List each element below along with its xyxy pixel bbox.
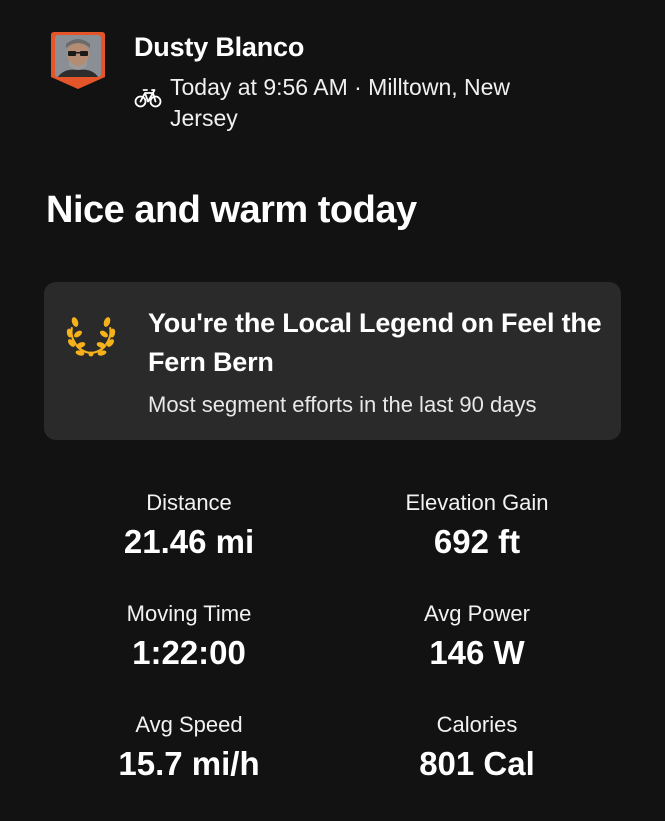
activity-meta: Today at 9:56 AM · Milltown, New Jersey xyxy=(134,72,574,134)
stat-distance: Distance 21.46 mi xyxy=(45,488,333,599)
activity-time-location: Today at 9:56 AM · Milltown, New Jersey xyxy=(170,74,511,131)
legend-title: You're the Local Legend on Feel the Fern… xyxy=(148,308,602,377)
stat-value: 21.46 mi xyxy=(123,523,255,560)
activity-stats: Distance 21.46 mi Elevation Gain 692 ft … xyxy=(45,488,620,821)
legend-subtitle: Most segment efforts in the last 90 days xyxy=(148,392,537,417)
stat-avg-speed: Avg Speed 15.7 mi/h xyxy=(45,710,333,821)
stat-label: Avg Power xyxy=(424,601,530,626)
stat-avg-power: Avg Power 146 W xyxy=(333,599,621,710)
stat-elevation-gain: Elevation Gain 692 ft xyxy=(333,488,621,599)
stat-value: 146 W xyxy=(429,634,525,671)
stat-value: 801 Cal xyxy=(419,745,535,782)
stat-value: 1:22:00 xyxy=(132,634,246,671)
stat-label: Distance xyxy=(146,490,232,515)
stat-calories: Calories 801 Cal xyxy=(333,710,621,821)
stat-label: Avg Speed xyxy=(135,712,243,737)
activity-header: Dusty Blanco Today at 9:56 AM · Milltown… xyxy=(50,30,630,134)
local-legend-card[interactable]: You're the Local Legend on Feel the Fern… xyxy=(44,282,621,440)
stat-value: 15.7 mi/h xyxy=(118,745,260,782)
activity-title[interactable]: Nice and warm today xyxy=(46,186,417,234)
athlete-name[interactable]: Dusty Blanco xyxy=(134,30,574,64)
avatar[interactable] xyxy=(50,30,106,90)
stat-label: Moving Time xyxy=(126,601,252,626)
stat-label: Elevation Gain xyxy=(405,490,549,515)
bike-icon xyxy=(134,87,162,109)
stat-label: Calories xyxy=(436,712,518,737)
laurel-icon xyxy=(66,309,116,359)
stat-value: 692 ft xyxy=(433,523,521,560)
stat-moving-time: Moving Time 1:22:00 xyxy=(45,599,333,710)
athlete-info: Dusty Blanco Today at 9:56 AM · Milltown… xyxy=(134,30,574,134)
